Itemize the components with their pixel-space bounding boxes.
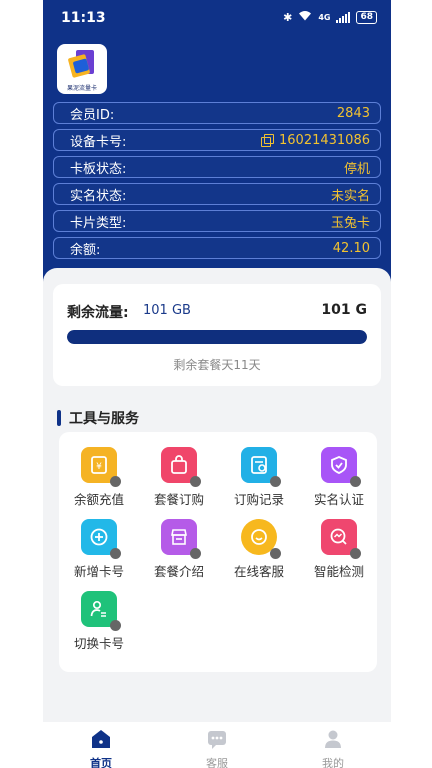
shield-check-icon [321,447,361,487]
wifi-icon [298,10,312,24]
info-row-card-status: 卡板状态: 停机 [53,156,381,178]
info-value: 未实名 [330,188,370,204]
tool-online-service[interactable]: 在线客服 [223,510,295,580]
data-usage-total: 101 G [321,302,367,318]
nav-mine[interactable]: 我的 [293,728,373,768]
wallet-icon: ¥ [81,447,121,487]
tool-dot [350,476,361,487]
nav-label: 客服 [206,757,228,768]
tool-label: 切换卡号 [73,636,124,651]
tool-label: 在线客服 [233,564,284,579]
info-row-card-type: 卡片类型: 玉兔卡 [53,210,381,232]
tool-dot [190,548,201,559]
card-logo-icon [68,50,94,78]
data-progress-track [67,330,367,344]
info-value-wrap: 16021431086 [261,133,370,148]
add-circle-icon [81,519,121,559]
tool-dot [110,548,121,559]
info-label: 设备卡号: [70,134,127,150]
tool-package-order[interactable]: 套餐订购 [143,438,215,508]
data-usage-used: 101 GB [143,303,191,318]
info-row-balance: 余额: 42.10 [53,237,381,259]
app-logo: 果泥流量卡 [57,44,107,94]
battery-icon: 68 [356,10,377,24]
info-label: 余额: [70,242,101,258]
info-value: 16021431086 [279,132,370,148]
network-type: 4G [318,12,331,22]
remaining-days-text: 剩余套餐天11天 [173,358,261,372]
tool-dot [110,620,121,631]
message-icon [208,731,226,749]
member-info-list: 会员ID: 2843 设备卡号: 16021431086 卡板状态: 停机 实名… [53,102,381,264]
info-value: 2843 [336,105,370,121]
order-record-icon [241,447,281,487]
tool-label: 余额充值 [73,492,124,507]
tool-smart-detect[interactable]: 智能检测 [303,510,375,580]
nav-label: 首页 [90,757,112,768]
status-icons: ✱ 4G 68 [283,10,377,24]
home-icon [92,730,110,748]
nav-home[interactable]: 首页 [61,728,141,768]
tool-realname-auth[interactable]: 实名认证 [303,438,375,508]
tool-dot [270,548,281,559]
tool-label: 套餐介绍 [153,564,204,579]
switch-user-icon [81,591,121,631]
info-row-realname-status: 实名状态: 未实名 [53,183,381,205]
status-time: 11:13 [61,10,106,26]
section-title-text: 工具与服务 [69,411,139,427]
bottom-nav: 首页 客服 我的 [43,722,391,768]
detect-chart-icon [321,519,361,559]
tool-balance-recharge[interactable]: ¥ 余额充值 [63,438,135,508]
info-value: 玉兔卡 [330,215,370,231]
tool-switch-card[interactable]: 切换卡号 [63,582,135,652]
info-label: 卡板状态: [70,161,127,177]
info-row-member-id: 会员ID: 2843 [53,102,381,124]
info-label: 会员ID: [70,107,115,123]
bluetooth-icon: ✱ [283,10,293,24]
nav-service[interactable]: 客服 [177,728,257,768]
status-bar: 11:13 ✱ 4G 68 [43,0,391,36]
info-row-device-card: 设备卡号: 16021431086 [53,129,381,151]
tool-label: 实名认证 [313,492,364,507]
content-panel: 剩余流量: 101 GB 101 G 剩余套餐天11天 工具与服务 ¥ 余额充值 [43,268,391,723]
info-label: 卡片类型: [70,215,127,231]
tools-section-title: 工具与服务 [57,408,139,428]
section-accent-bar [57,410,61,426]
info-value: 停机 [343,161,370,177]
signal-icon [336,11,351,23]
tool-label: 新增卡号 [73,564,124,579]
tool-add-card[interactable]: 新增卡号 [63,510,135,580]
tool-dot [270,476,281,487]
info-label: 实名状态: [70,188,127,204]
tools-grid: ¥ 余额充值 套餐订购 订购记录 实名认证 新增卡号 套餐介绍 在线客服 智能检… [59,432,377,672]
user-icon [325,730,341,748]
tool-dot [350,548,361,559]
tool-dot [190,476,201,487]
store-icon [161,519,201,559]
tool-label: 订购记录 [233,492,284,507]
tool-package-intro[interactable]: 套餐介绍 [143,510,215,580]
tool-label: 智能检测 [313,564,364,579]
data-progress-fill [67,330,367,344]
tool-dot [110,476,121,487]
chat-bubble-icon [241,519,281,559]
svg-text:¥: ¥ [96,462,102,472]
data-usage-label: 剩余流量: [67,305,129,321]
app-screen: 11:13 ✱ 4G 68 果泥流量卡 会员ID: 2843 设备卡号: 160… [43,0,391,768]
tool-label: 套餐订购 [153,492,204,507]
nav-label: 我的 [322,757,344,768]
logo-text: 果泥流量卡 [66,85,97,92]
info-value: 42.10 [332,240,370,256]
shopping-bag-icon [161,447,201,487]
tool-order-records[interactable]: 订购记录 [223,438,295,508]
copy-icon[interactable] [261,134,275,147]
data-usage-card: 剩余流量: 101 GB 101 G 剩余套餐天11天 [53,284,381,386]
